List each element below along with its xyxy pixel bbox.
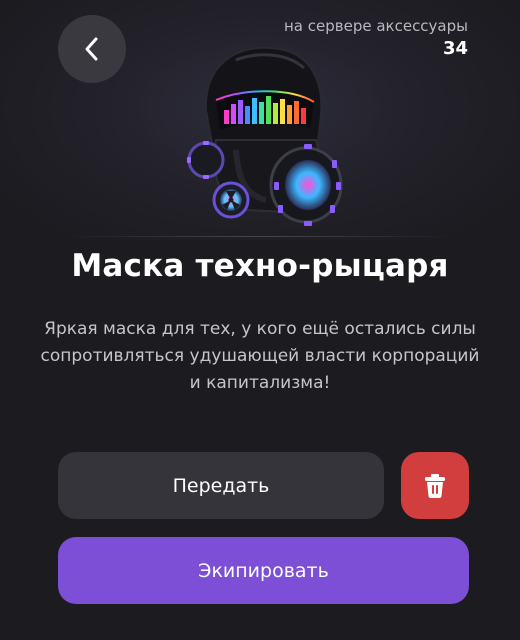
equip-button[interactable]: Экипировать [58,537,469,604]
item-title: Маска техно-рыцаря [71,248,449,284]
item-description: Яркая маска для тех, у кого ещё остались… [40,319,480,393]
transfer-button[interactable]: Передать [58,452,384,519]
transfer-button-label: Передать [172,474,270,497]
chevron-left-icon [85,37,98,61]
techno-knight-mask-image [187,46,343,226]
trash-icon [425,473,445,498]
back-button[interactable] [58,15,126,83]
delete-button[interactable] [401,452,469,519]
divider [60,236,460,237]
accessories-counter-value: 34 [442,38,468,59]
equip-button-label: Экипировать [198,559,329,582]
accessories-counter-label: на сервере аксессуары [283,17,468,35]
